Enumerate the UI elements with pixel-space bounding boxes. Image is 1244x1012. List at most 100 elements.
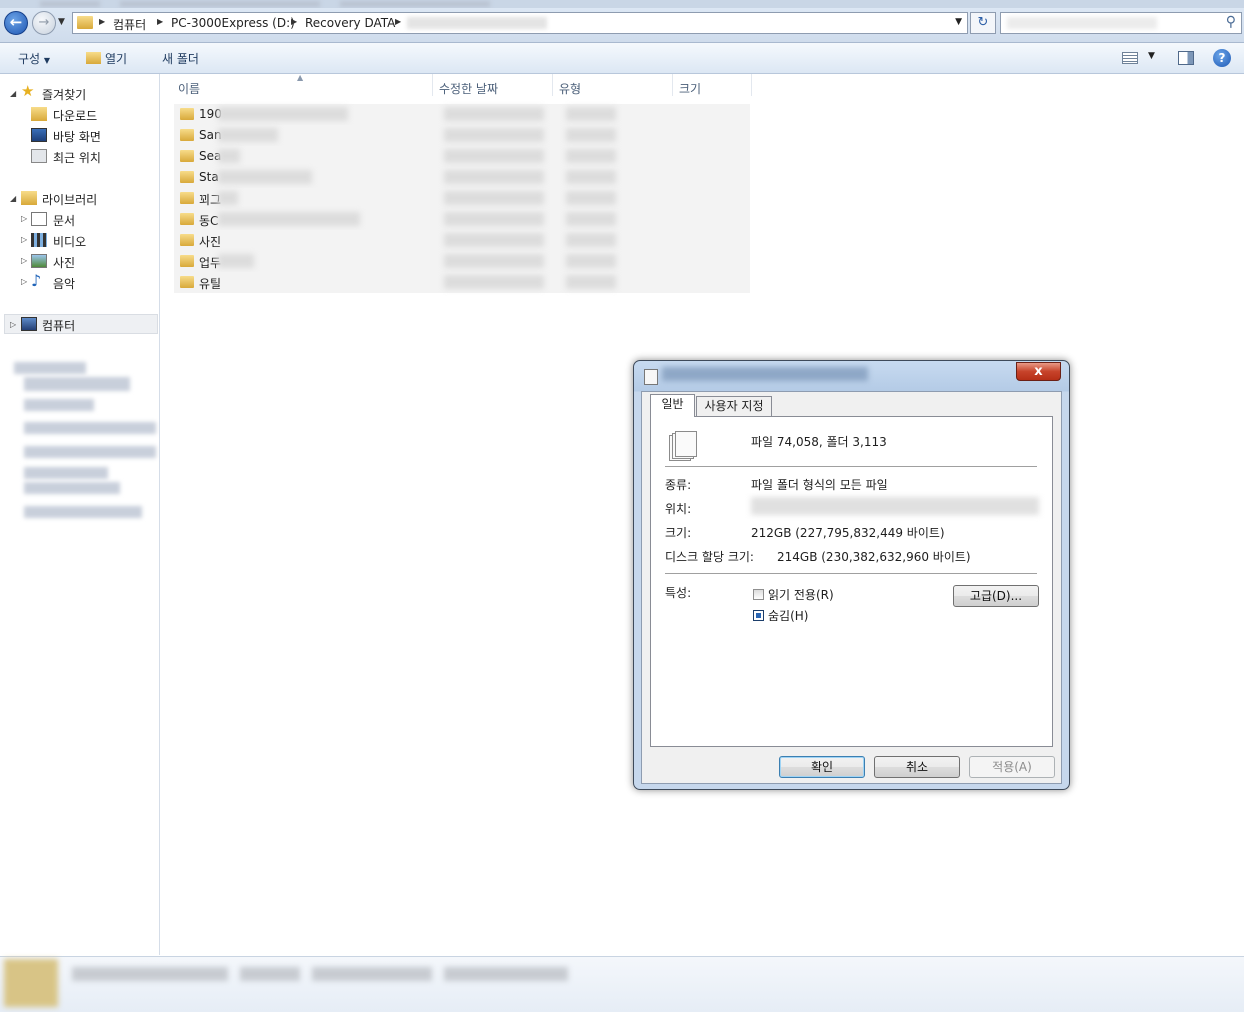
location-label: 위치: <box>665 502 692 516</box>
ok-button[interactable]: 확인 <box>779 756 865 778</box>
table-row[interactable]: Sea <box>174 146 750 167</box>
breadcrumb-computer[interactable]: 컴퓨터 <box>113 16 146 33</box>
forward-button[interactable]: → <box>32 11 56 35</box>
preview-pane-icon[interactable] <box>1178 51 1194 65</box>
cancel-button[interactable]: 취소 <box>874 756 960 778</box>
breadcrumb-drive[interactable]: PC-3000Express (D:) <box>171 16 295 30</box>
column-divider[interactable] <box>432 74 433 96</box>
search-icon[interactable]: ⚲ <box>1226 14 1236 30</box>
table-row[interactable]: 유틸 <box>174 272 750 293</box>
disk-size-label: 디스크 할당 크기: <box>665 550 754 564</box>
blurred-nav-item <box>24 482 120 494</box>
blurred-cell <box>444 191 544 205</box>
blurred-cell <box>444 149 544 163</box>
column-header-type[interactable]: 유형 <box>559 80 581 97</box>
nav-computer[interactable]: 컴퓨터 <box>42 317 75 334</box>
blurred-cell <box>218 128 278 142</box>
divider <box>665 573 1037 574</box>
folder-properties-icon <box>644 369 658 385</box>
size-label: 크기: <box>665 526 692 540</box>
address-dropdown-icon[interactable]: ▼ <box>955 17 962 27</box>
blurred-nav-item <box>24 506 142 518</box>
expand-arrow-icon[interactable]: ▷ <box>21 277 27 286</box>
navigation-pane: ◢ ★ 즐겨찾기 다운로드 바탕 화면 최근 위치 ◢ 라이브러리 ▷ 문서 ▷… <box>0 74 160 955</box>
back-button[interactable]: ← <box>4 11 28 35</box>
general-tab-panel: 파일 74,058, 폴더 3,113 종류: 파일 폴더 형식의 모든 파일 … <box>650 416 1053 747</box>
sort-ascending-icon: ▲ <box>297 73 304 82</box>
folder-icon <box>180 234 194 246</box>
nav-libraries[interactable]: 라이브러리 <box>42 191 97 208</box>
refresh-button[interactable]: ↻ <box>970 12 996 34</box>
column-divider[interactable] <box>751 74 752 96</box>
nav-favorites[interactable]: 즐겨찾기 <box>42 86 86 103</box>
address-bar[interactable]: ▶ 컴퓨터 ▶ PC-3000Express (D:) ▶ Recovery D… <box>72 12 968 34</box>
blurred-thumbnail <box>4 959 58 1007</box>
file-name: 사진 <box>199 235 222 249</box>
table-row[interactable]: San <box>174 125 750 146</box>
nav-documents[interactable]: 문서 <box>53 212 75 229</box>
expand-arrow-icon[interactable]: ▷ <box>21 256 27 265</box>
column-divider[interactable] <box>672 74 673 96</box>
folder-icon <box>77 16 93 29</box>
documents-icon <box>31 212 47 226</box>
collapse-arrow-icon[interactable]: ◢ <box>10 194 16 203</box>
nav-downloads[interactable]: 다운로드 <box>53 107 97 124</box>
folder-icon <box>180 108 194 120</box>
tab-customize[interactable]: 사용자 지정 <box>696 396 772 417</box>
search-input[interactable]: ⚲ <box>1000 12 1242 34</box>
history-dropdown-icon[interactable]: ▼ <box>58 17 65 27</box>
blurred-cell <box>444 212 544 226</box>
table-row[interactable]: 꾀그 <box>174 188 750 209</box>
breadcrumb-separator-icon[interactable]: ▶ <box>157 17 163 26</box>
nav-music[interactable]: 음악 <box>53 275 75 292</box>
expand-arrow-icon[interactable]: ▷ <box>21 235 27 244</box>
readonly-label[interactable]: 읽기 전용(R) <box>768 586 834 603</box>
open-button[interactable]: 열기 <box>86 50 127 67</box>
apply-button[interactable]: 적용(A) <box>969 756 1055 778</box>
blurred-cell <box>218 212 360 226</box>
nav-recent[interactable]: 최근 위치 <box>53 149 101 166</box>
table-row[interactable]: 사진 <box>174 230 750 251</box>
nav-pictures[interactable]: 사진 <box>53 254 75 271</box>
close-button[interactable]: x <box>1016 362 1061 381</box>
advanced-button[interactable]: 고급(D)... <box>953 585 1039 607</box>
expand-arrow-icon[interactable]: ▷ <box>10 320 16 329</box>
view-options-icon[interactable] <box>1122 52 1138 64</box>
table-row[interactable]: 190 <box>174 104 750 125</box>
blurred-nav-item <box>24 467 108 479</box>
blurred-cell <box>566 107 616 121</box>
table-row[interactable]: 업두 <box>174 251 750 272</box>
chevron-down-icon: ▼ <box>43 56 51 65</box>
help-icon[interactable]: ? <box>1213 49 1231 67</box>
blurred-nav-item <box>24 399 94 411</box>
tab-general[interactable]: 일반 <box>650 394 695 417</box>
organize-button[interactable]: 구성 ▼ <box>18 50 50 67</box>
chevron-down-icon[interactable]: ▼ <box>1148 51 1155 61</box>
blurred-cell <box>218 149 240 163</box>
table-row[interactable]: 동C <box>174 209 750 230</box>
column-divider[interactable] <box>552 74 553 96</box>
open-label: 열기 <box>105 52 128 66</box>
recent-places-icon <box>31 149 47 163</box>
breadcrumb-separator-icon[interactable]: ▶ <box>395 17 401 26</box>
address-row: ← → ▼ ▶ 컴퓨터 ▶ PC-3000Express (D:) ▶ Reco… <box>0 8 1244 43</box>
blurred-cell <box>444 170 544 184</box>
breadcrumb-separator-icon[interactable]: ▶ <box>99 17 105 26</box>
breadcrumb-recovery-data[interactable]: Recovery DATA <box>305 16 395 30</box>
table-row[interactable]: Sta <box>174 167 750 188</box>
column-header-size[interactable]: 크기 <box>679 80 701 97</box>
expand-arrow-icon[interactable]: ▷ <box>21 214 27 223</box>
column-header-name[interactable]: 이름 <box>178 80 200 97</box>
music-icon: ♪ <box>31 271 42 290</box>
blurred-cell <box>566 149 616 163</box>
collapse-arrow-icon[interactable]: ◢ <box>10 89 16 98</box>
nav-desktop[interactable]: 바탕 화면 <box>53 128 101 145</box>
blurred-cell <box>566 191 616 205</box>
column-header-date[interactable]: 수정한 날짜 <box>439 80 498 97</box>
hidden-label[interactable]: 숨김(H) <box>768 607 808 624</box>
breadcrumb-separator-icon[interactable]: ▶ <box>291 17 297 26</box>
new-folder-button[interactable]: 새 폴더 <box>162 50 199 67</box>
nav-videos[interactable]: 비디오 <box>53 233 86 250</box>
readonly-checkbox[interactable] <box>753 589 764 600</box>
hidden-checkbox[interactable] <box>753 610 764 621</box>
